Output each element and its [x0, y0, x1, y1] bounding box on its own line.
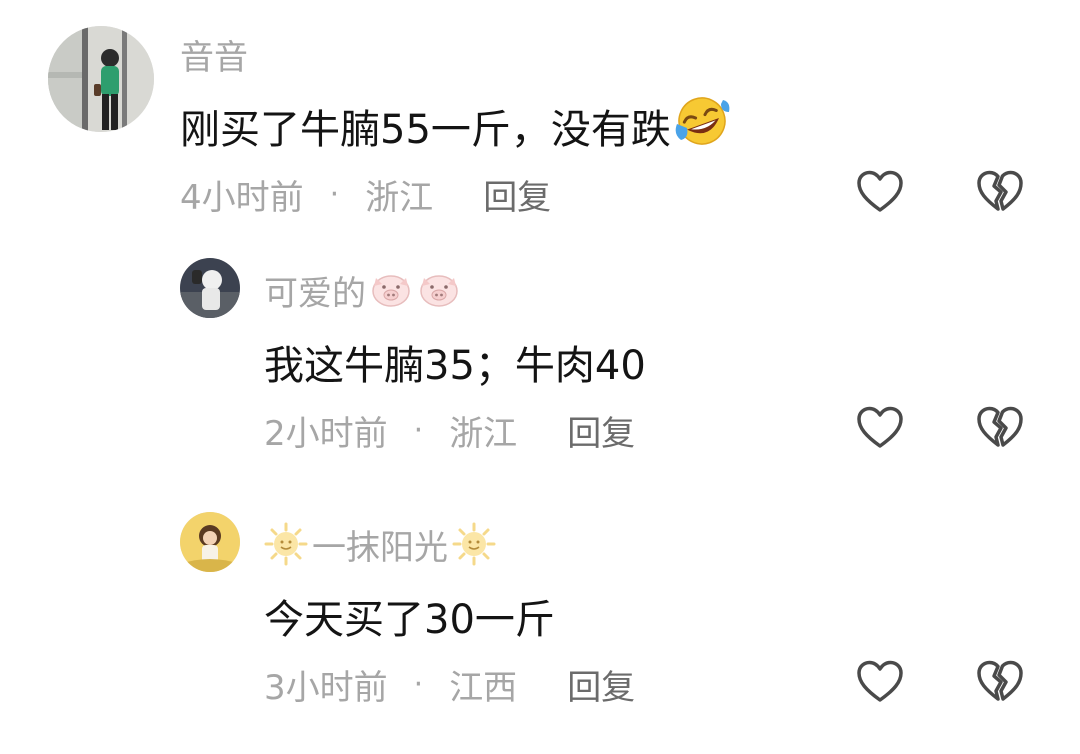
avatar[interactable] — [180, 258, 240, 318]
sun-with-face-icon — [452, 522, 496, 566]
reply-button[interactable]: 回复 — [567, 406, 635, 455]
avatar-photo — [180, 258, 240, 318]
broken-heart-icon[interactable] — [976, 170, 1024, 214]
separator-dot: · — [329, 176, 340, 212]
username-text: 一抹阳光 — [312, 527, 448, 568]
comment-2: 可爱的 我这牛腩35；牛肉40 2小时前 · 浙江 回复 — [0, 240, 1080, 480]
comment-text: 今天买了30一斤 — [264, 597, 555, 643]
location: 浙江 — [449, 413, 518, 454]
location: 江西 — [449, 667, 518, 708]
comment-1: 音音 刚买了牛腩55一斤，没有跌 4小时前 · 浙江 回复 — [0, 0, 1080, 230]
comment-meta: 4小时前 · 浙江 回复 — [180, 170, 551, 219]
comment-text: 我这牛腩35；牛肉40 — [264, 343, 646, 389]
timestamp: 3小时前 — [264, 667, 388, 708]
broken-heart-icon[interactable] — [976, 660, 1024, 704]
comment-meta: 3小时前 · 江西 回复 — [264, 660, 635, 709]
avatar[interactable] — [48, 26, 154, 132]
username[interactable]: 一抹阳光 — [264, 522, 496, 568]
avatar[interactable] — [180, 512, 240, 572]
pig-face-icon — [418, 272, 460, 308]
sun-with-face-icon — [264, 522, 308, 566]
timestamp: 2小时前 — [264, 413, 388, 454]
avatar-photo — [180, 512, 240, 572]
username-text: 可爱的 — [264, 273, 366, 314]
comment-text-body: 刚买了牛腩55一斤，没有跌 — [180, 107, 671, 153]
timestamp: 4小时前 — [180, 177, 304, 218]
heart-outline-icon[interactable] — [856, 406, 904, 450]
separator-dot: · — [413, 412, 424, 448]
heart-outline-icon[interactable] — [856, 170, 904, 214]
reply-button[interactable]: 回复 — [483, 170, 551, 219]
username[interactable]: 可爱的 — [264, 268, 460, 314]
comment-text: 刚买了牛腩55一斤，没有跌 — [180, 97, 731, 154]
location: 浙江 — [365, 177, 434, 218]
comment-meta: 2小时前 · 浙江 回复 — [264, 406, 635, 455]
heart-outline-icon[interactable] — [856, 660, 904, 704]
reply-button[interactable]: 回复 — [567, 660, 635, 709]
pig-face-icon — [370, 272, 412, 308]
rolling-on-floor-laughing-icon — [673, 94, 731, 158]
avatar-photo — [48, 26, 154, 132]
separator-dot: · — [413, 666, 424, 702]
username[interactable]: 音音 — [180, 32, 248, 78]
broken-heart-icon[interactable] — [976, 406, 1024, 450]
comment-3: 一抹阳光 今天买了30一斤 3小时前 · 江西 回复 — [0, 494, 1080, 744]
